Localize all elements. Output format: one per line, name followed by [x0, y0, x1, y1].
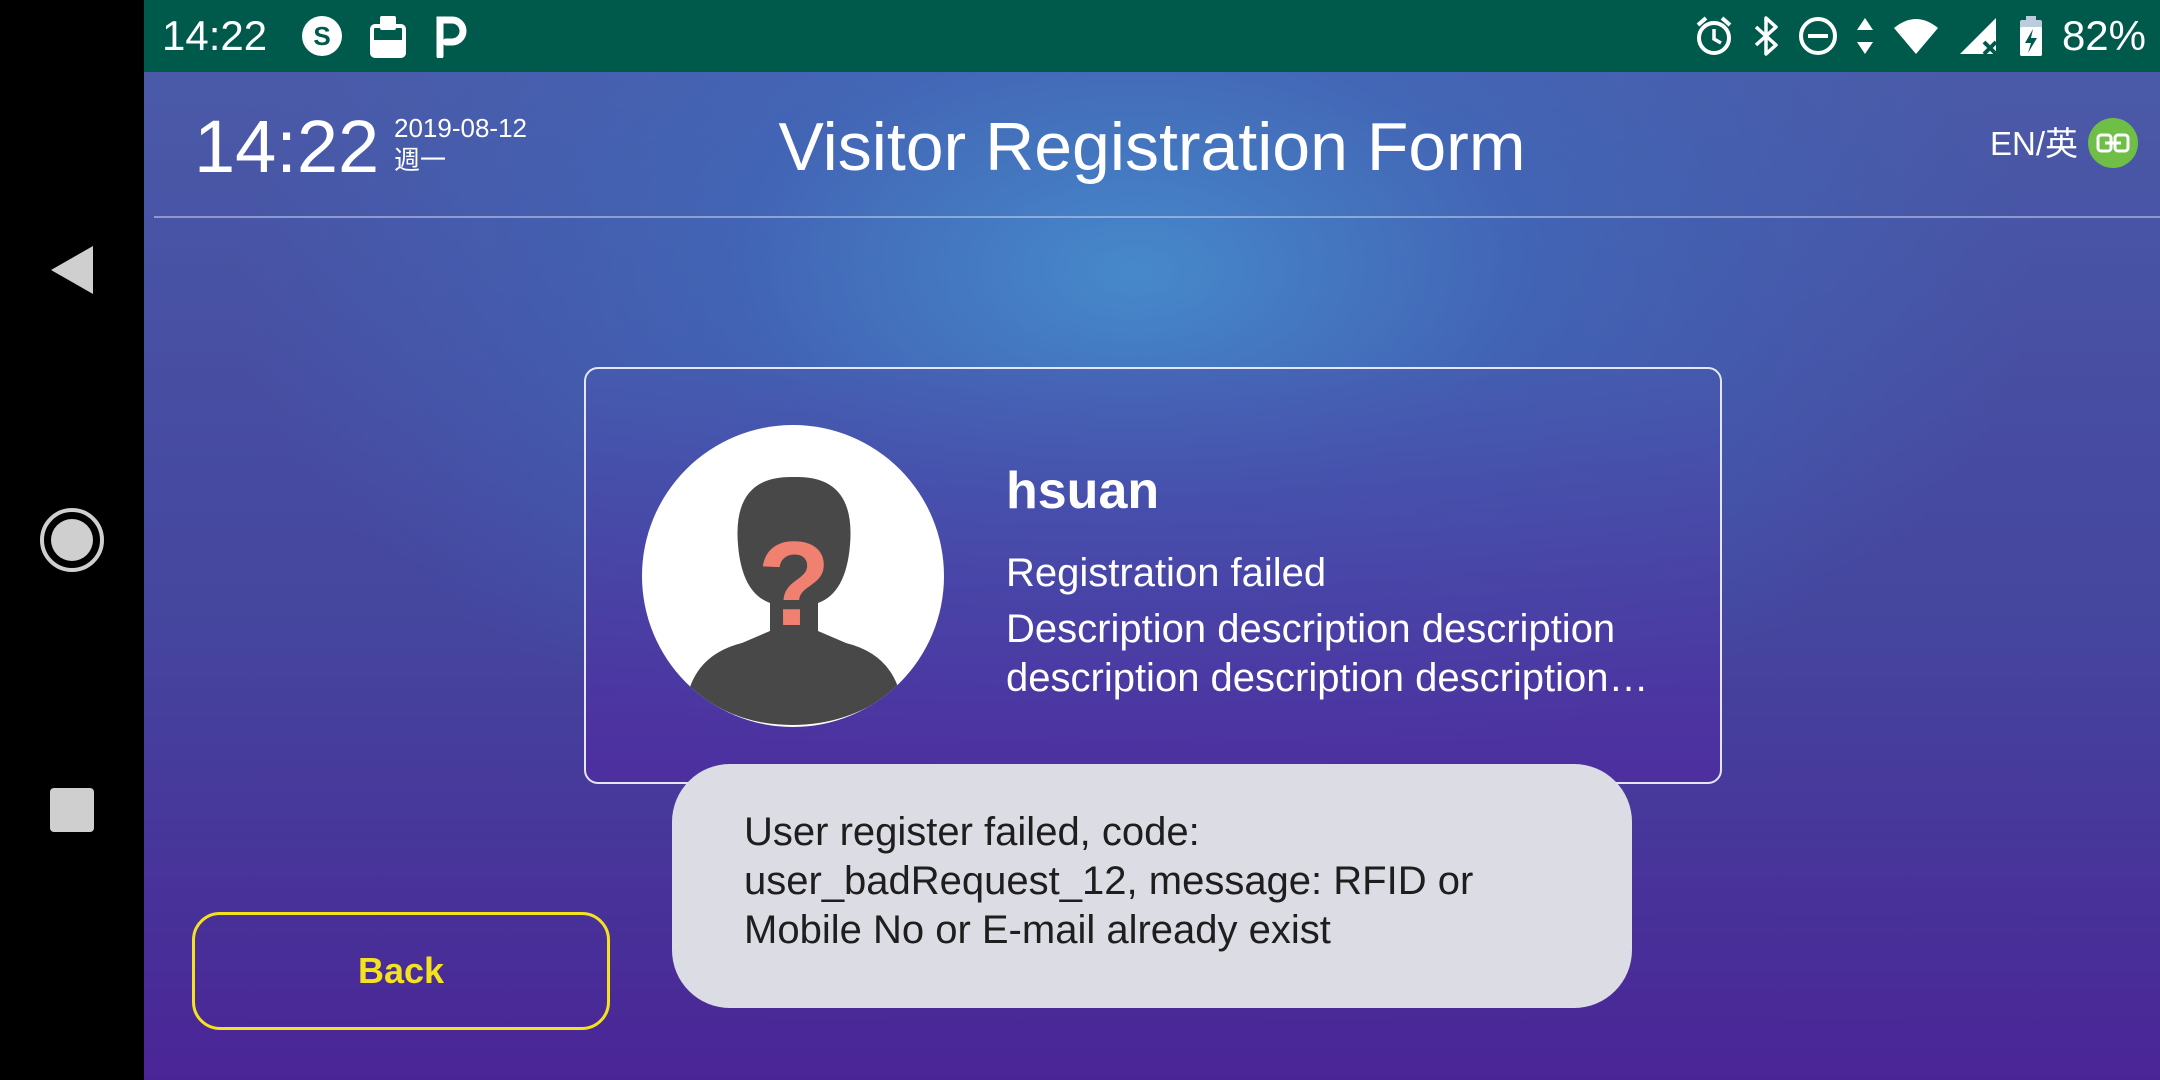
nav-home-button[interactable]: [0, 480, 144, 600]
sync-s-icon: S: [302, 16, 342, 56]
bluetooth-icon: [1754, 16, 1778, 56]
page-title: Visitor Registration Form: [778, 109, 1526, 185]
app-screen: 14:22 2019-08-12 週一 Visitor Registration…: [144, 72, 2160, 1080]
registration-description: Description description description desc…: [1006, 607, 1616, 700]
data-arrows-icon: [1856, 18, 1873, 54]
nav-recents-button[interactable]: [0, 750, 144, 870]
battery-charging-icon: [2019, 16, 2042, 56]
wifi-icon: [1893, 19, 1938, 54]
language-toggle[interactable]: EN/英: [1990, 124, 2078, 164]
svg-text:S: S: [313, 21, 330, 51]
registration-status: Registration failed: [1006, 551, 1327, 595]
unknown-person-icon: ?: [690, 476, 898, 725]
do-not-disturb-icon: [1798, 17, 1837, 55]
navigation-bar: [0, 0, 144, 1080]
cell-signal-icon: [1959, 18, 1998, 56]
recents-square-icon: [50, 788, 94, 832]
link-icon[interactable]: [2088, 118, 2138, 168]
svg-text:?: ?: [757, 517, 830, 651]
visitor-name: hsuan: [1006, 462, 1160, 520]
error-toast: User register failed, code: user_badRequ…: [672, 764, 1632, 1008]
status-time: 14:22: [162, 12, 268, 59]
battery-percent: 82%: [2061, 12, 2146, 59]
parking-p-icon: [436, 16, 467, 58]
back-button[interactable]: Back: [192, 912, 610, 1030]
clipboard-icon: [370, 16, 406, 58]
back-triangle-icon: [51, 246, 93, 294]
alarm-icon: [1696, 16, 1732, 55]
nav-back-button[interactable]: [0, 210, 144, 330]
header-divider: [154, 216, 2160, 218]
system-icons: 82%: [1694, 12, 2160, 60]
registration-result-card: ? hsuan Registration failed Description …: [584, 367, 1722, 784]
notification-icons: S: [300, 14, 468, 58]
avatar: ?: [642, 425, 944, 727]
status-bar: 14:22 S 82%: [144, 0, 2160, 72]
home-circle-icon: [40, 508, 104, 572]
